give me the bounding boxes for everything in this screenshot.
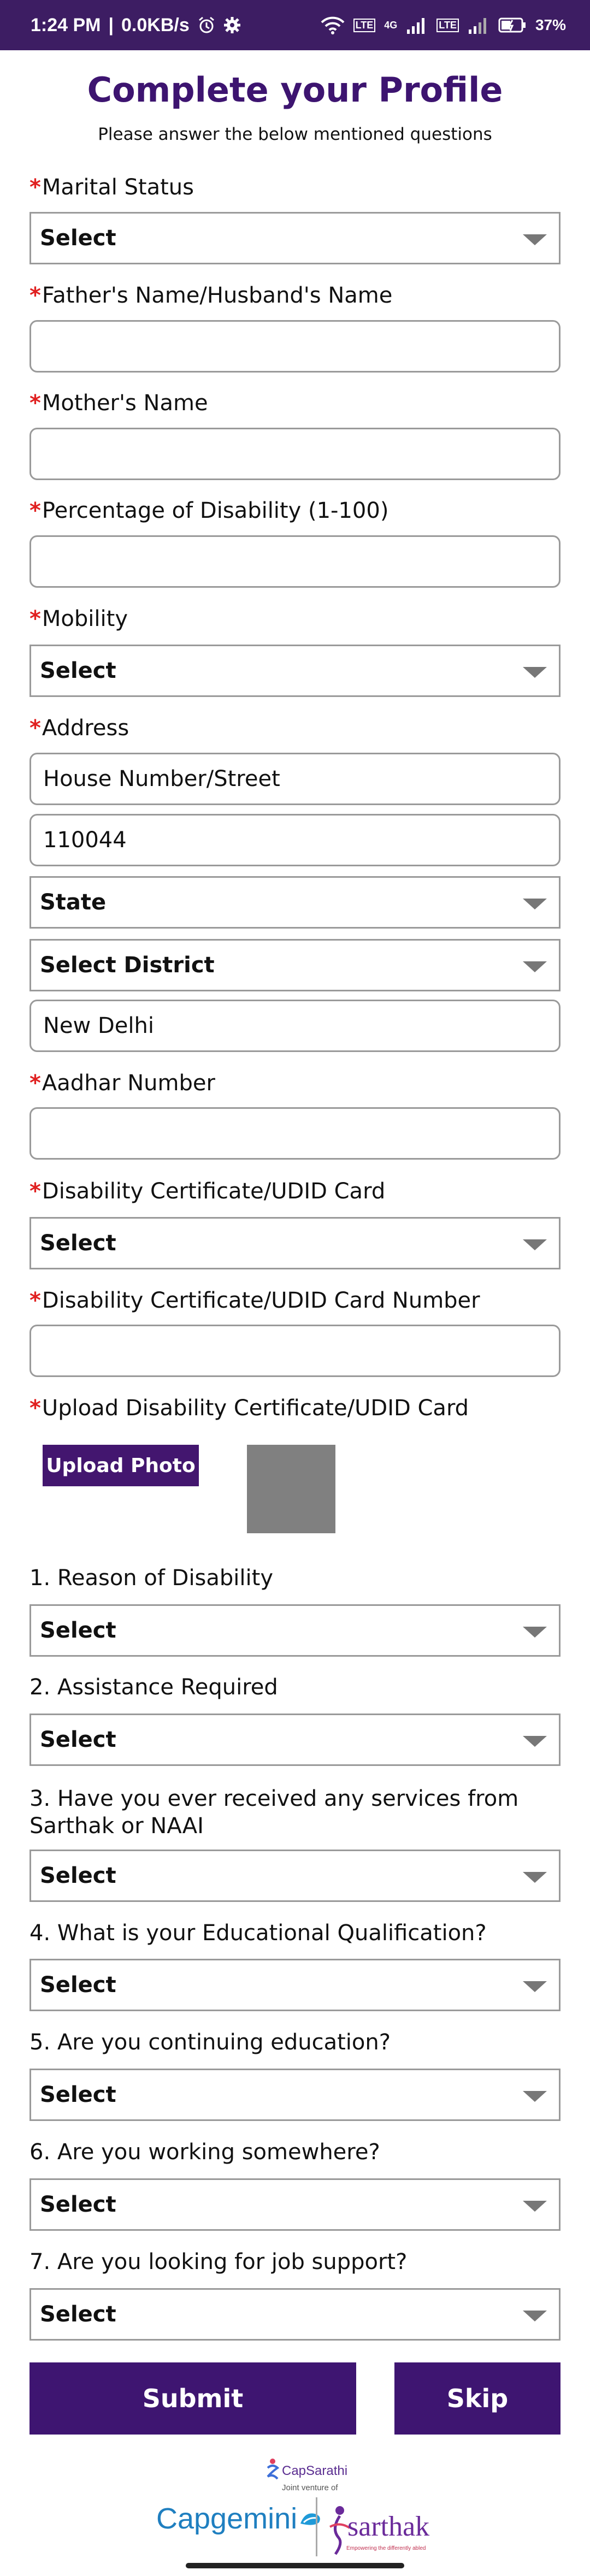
question-5-select[interactable]: Select — [30, 2069, 560, 2121]
question-6-select[interactable]: Select — [30, 2178, 560, 2231]
dropdown-caret-icon — [523, 2091, 547, 2102]
dropdown-caret-icon — [523, 899, 547, 909]
street-input[interactable]: House Number/Street — [30, 753, 560, 805]
capgemini-wordmark: Capgemini — [156, 2502, 298, 2535]
certificate-number-label: *Disability Certificate/UDID Card Number — [30, 1288, 480, 1313]
battery-icon — [498, 17, 526, 33]
sarthak-tagline: Empowering the differently abled — [346, 2545, 426, 2551]
dropdown-caret-icon — [523, 961, 547, 972]
required-asterisk: * — [30, 283, 41, 308]
required-asterisk: * — [30, 1179, 41, 1204]
question-1-select[interactable]: Select — [30, 1604, 560, 1657]
joint-venture-text: Joint venture of — [282, 2483, 338, 2492]
dropdown-caret-icon — [523, 2311, 547, 2321]
capsarathi-logo — [267, 2459, 280, 2480]
question-2-label: 2. Assistance Required — [30, 1675, 278, 1700]
signal-icon — [468, 18, 486, 34]
dropdown-caret-icon — [523, 1981, 547, 1992]
question-3-label: 3. Have you ever received any services f… — [30, 1786, 519, 1839]
dropdown-caret-icon — [523, 667, 547, 678]
question-5-label: 5. Are you continuing education? — [30, 2030, 391, 2055]
dropdown-caret-icon — [523, 234, 547, 245]
required-asterisk: * — [30, 1396, 41, 1421]
required-asterisk: * — [30, 1071, 41, 1096]
wifi-icon — [321, 16, 345, 34]
certificate-number-input[interactable] — [30, 1325, 560, 1377]
network-speed: 0.0KB/s — [121, 14, 190, 36]
dropdown-caret-icon — [523, 2201, 547, 2212]
page-subtitle: Please answer the below mentioned questi… — [98, 125, 492, 144]
aadhar-label: *Aadhar Number — [30, 1071, 215, 1096]
district-select[interactable]: Select District — [30, 939, 560, 991]
home-indicator[interactable] — [186, 2563, 404, 2568]
mobility-label: *Mobility — [30, 606, 128, 631]
question-4-select[interactable]: Select — [30, 1959, 560, 2011]
question-6-label: 6. Are you working somewhere? — [30, 2140, 380, 2165]
skip-button[interactable]: Skip — [394, 2362, 560, 2435]
required-asterisk: * — [30, 498, 41, 523]
state-select[interactable]: State — [30, 876, 560, 929]
status-bar: 1:24 PM | 0.0KB/s LTE 4G LTE 37% — [0, 0, 590, 50]
footer-logos: CapSarathi Joint venture of Capgemini sa… — [0, 2458, 590, 2562]
net-4g-label: 4G — [384, 19, 398, 31]
dropdown-caret-icon — [523, 1872, 547, 1883]
required-asterisk: * — [30, 1288, 41, 1313]
question-7-select[interactable]: Select — [30, 2288, 560, 2341]
capgemini-logo: Capgemini — [156, 2502, 323, 2536]
gear-icon — [223, 17, 240, 33]
battery-percent: 37% — [535, 16, 566, 33]
mother-name-label: *Mother's Name — [30, 391, 208, 416]
submit-button[interactable]: Submit — [30, 2362, 356, 2435]
certificate-type-label: *Disability Certificate/UDID Card — [30, 1179, 386, 1204]
required-asterisk: * — [30, 175, 41, 200]
upload-photo-button[interactable]: Upload Photo — [43, 1445, 199, 1486]
dropdown-caret-icon — [523, 1239, 547, 1250]
signal-icon — [407, 18, 425, 34]
sarthak-wordmark: sarthak — [347, 2511, 430, 2542]
required-asterisk: * — [30, 606, 41, 631]
mother-name-input[interactable] — [30, 428, 560, 480]
question-4-label: 4. What is your Educational Qualificatio… — [30, 1921, 487, 1946]
certificate-type-select[interactable]: Select — [30, 1217, 560, 1269]
status-time: 1:24 PM — [31, 14, 101, 36]
father-name-input[interactable] — [30, 320, 560, 373]
certificate-upload-label: *Upload Disability Certificate/UDID Card — [30, 1396, 469, 1421]
disability-percentage-label: *Percentage of Disability (1-100) — [30, 498, 389, 523]
lte-badge: LTE — [353, 18, 376, 32]
marital-status-label: *Marital Status — [30, 175, 194, 200]
address-label: *Address — [30, 716, 129, 741]
question-3-select[interactable]: Select — [30, 1850, 560, 1902]
required-asterisk: * — [30, 391, 41, 416]
capsarathi-wordmark: CapSarathi — [282, 2463, 348, 2478]
dropdown-caret-icon — [523, 1627, 547, 1638]
question-7-label: 7. Are you looking for job support? — [30, 2249, 408, 2274]
dropdown-caret-icon — [523, 1736, 547, 1747]
question-1-label: 1. Reason of Disability — [30, 1565, 273, 1591]
disability-percentage-input[interactable] — [30, 535, 560, 588]
required-asterisk: * — [30, 716, 41, 741]
alarm-icon — [198, 16, 214, 33]
photo-preview[interactable] — [247, 1445, 335, 1533]
pincode-input[interactable]: 110044 — [30, 814, 560, 866]
aadhar-input[interactable] — [30, 1107, 560, 1160]
capgemini-spade-icon — [300, 2513, 320, 2525]
city-input[interactable]: New Delhi — [30, 1000, 560, 1052]
page-title: Complete your Profile — [87, 70, 503, 110]
mobility-select[interactable]: Select — [30, 645, 560, 697]
question-2-select[interactable]: Select — [30, 1714, 560, 1766]
logo-divider — [316, 2497, 317, 2556]
father-name-label: *Father's Name/Husband's Name — [30, 283, 393, 308]
marital-status-select[interactable]: Select — [30, 212, 560, 264]
lte-badge: LTE — [436, 18, 459, 32]
